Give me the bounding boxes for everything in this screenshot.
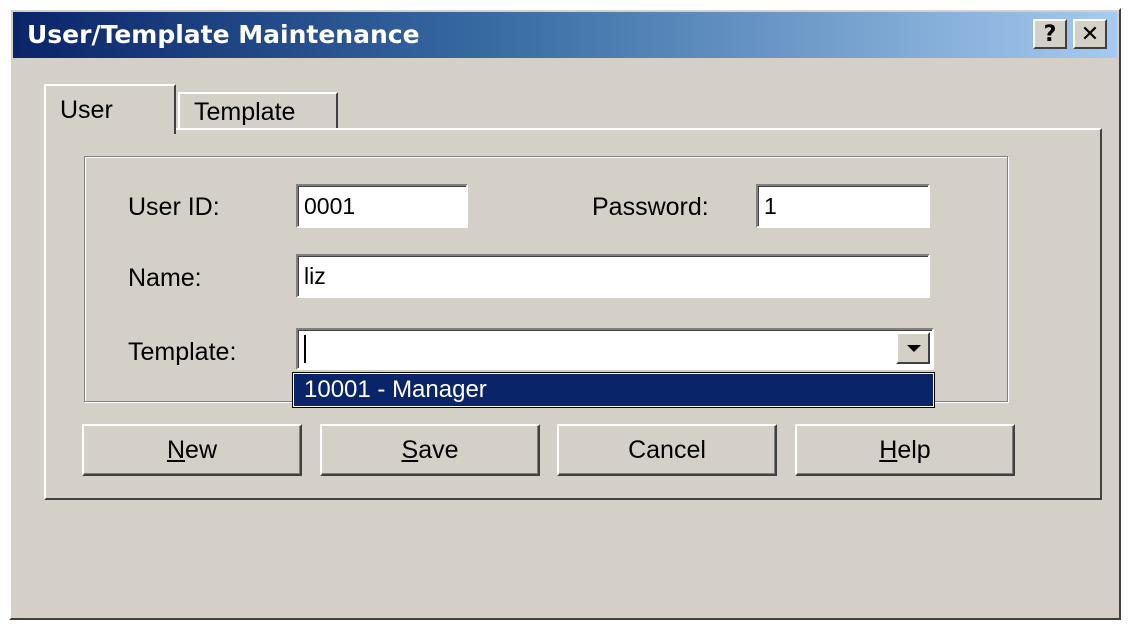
- close-icon: ✕: [1080, 21, 1100, 47]
- save-button-label: ave: [418, 435, 459, 464]
- help-button-mnemonic: H: [879, 435, 898, 464]
- password-label: Password:: [592, 193, 709, 221]
- template-dropdown-list: 10001 - Manager: [292, 372, 935, 408]
- new-button[interactable]: New: [82, 424, 302, 476]
- user-id-value: 0001: [304, 193, 356, 219]
- text-caret: [304, 334, 306, 363]
- dropdown-option-manager[interactable]: 10001 - Manager: [294, 374, 933, 406]
- close-button[interactable]: ✕: [1073, 19, 1107, 49]
- title-bar[interactable]: User/Template Maintenance ? ✕: [13, 12, 1117, 58]
- tab-template[interactable]: Template: [178, 92, 338, 130]
- tab-user[interactable]: User: [44, 84, 176, 134]
- cancel-button[interactable]: Cancel: [557, 424, 777, 476]
- name-label: Name:: [128, 264, 202, 292]
- help-button-label: elp: [897, 435, 931, 464]
- save-button-mnemonic: S: [401, 435, 419, 464]
- tab-user-label: User: [60, 96, 113, 124]
- name-value: liz: [304, 263, 326, 289]
- tab-template-label: Template: [194, 98, 296, 126]
- user-id-label: User ID:: [128, 193, 220, 221]
- window-title: User/Template Maintenance: [27, 20, 420, 49]
- user-id-field[interactable]: 0001: [296, 184, 468, 228]
- help-button[interactable]: Help: [795, 424, 1015, 476]
- question-icon: ?: [1043, 21, 1057, 47]
- password-value: 1: [764, 193, 777, 219]
- template-combobox[interactable]: [296, 328, 934, 370]
- password-field[interactable]: 1: [756, 184, 930, 228]
- new-button-label: ew: [185, 435, 218, 464]
- template-label: Template:: [128, 338, 237, 366]
- new-button-mnemonic: N: [166, 435, 186, 464]
- save-button[interactable]: Save: [320, 424, 540, 476]
- help-title-button[interactable]: ?: [1033, 19, 1067, 49]
- cancel-button-label: Cancel: [628, 435, 706, 464]
- dropdown-arrow-icon[interactable]: [896, 332, 930, 364]
- name-field[interactable]: liz: [296, 254, 930, 298]
